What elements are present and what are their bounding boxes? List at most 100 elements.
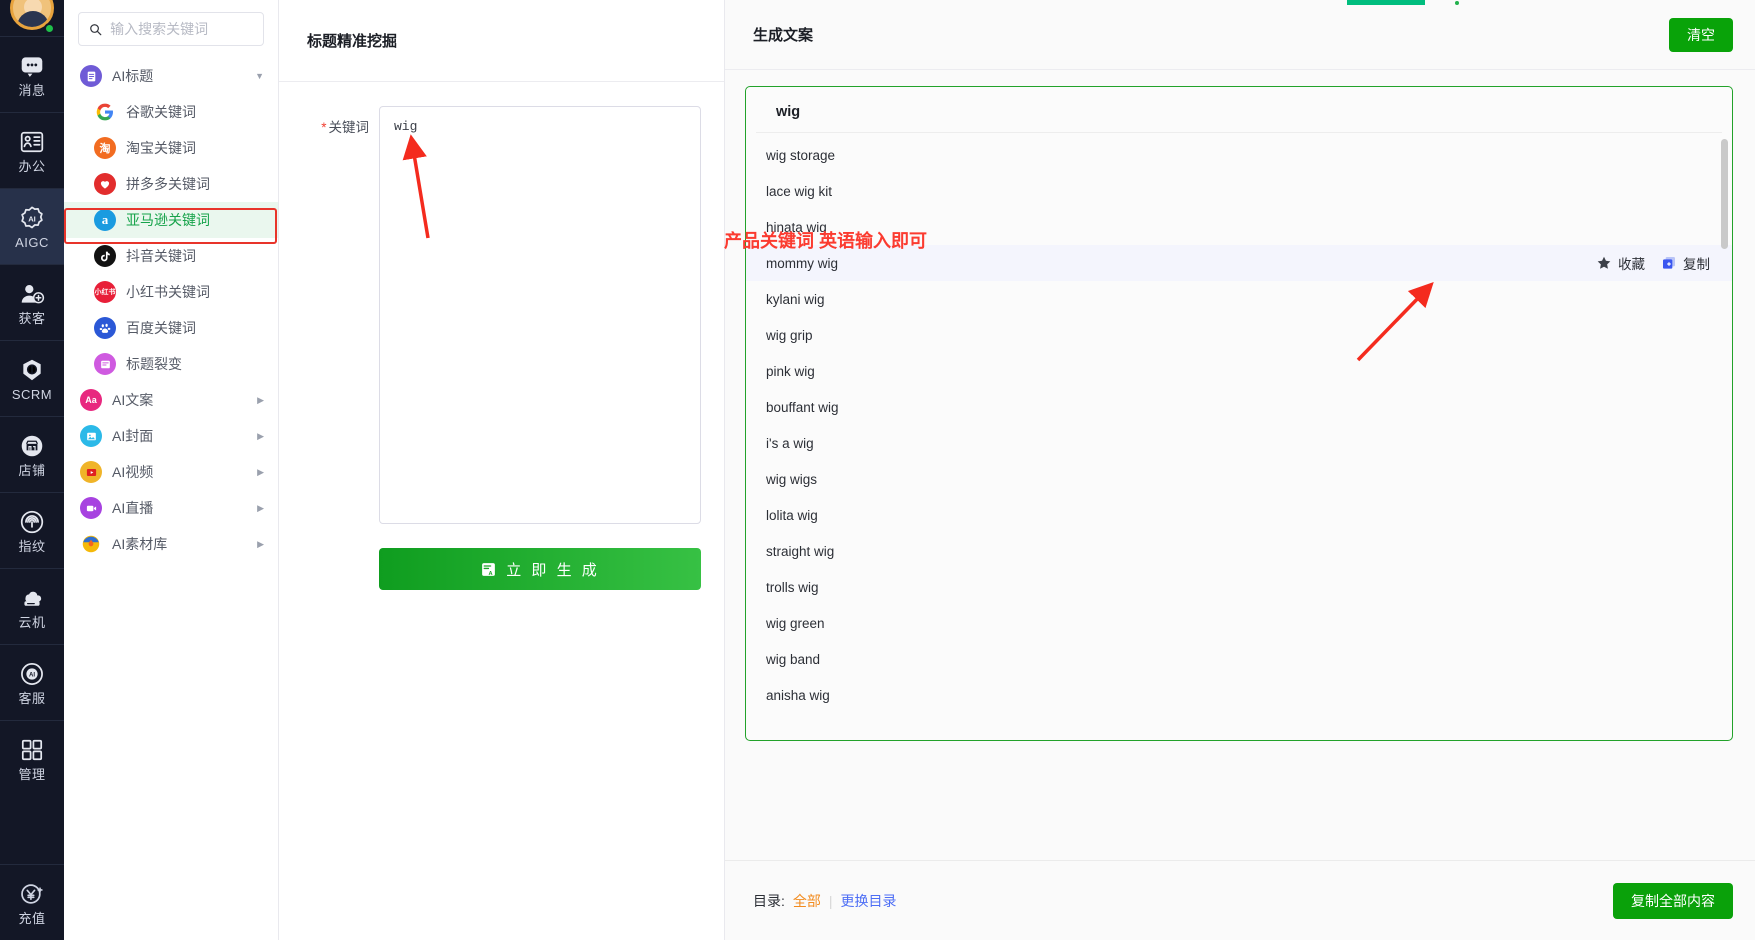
catalog-label: 目录:: [753, 892, 785, 909]
result-row[interactable]: bouffant wig收藏复制: [746, 389, 1732, 425]
rail-item-label: 指纹: [18, 538, 46, 554]
search-area: [64, 0, 278, 54]
nav-list: AI标题 ▼ 谷歌关键词淘淘宝关键词 拼多多关键词 a 亚马逊关键词 抖音关键词 小红书 小红书…: [64, 54, 278, 940]
nav-group-3[interactable]: AI视频 ▶: [64, 454, 278, 490]
copy-action[interactable]: 复制: [1661, 253, 1710, 273]
result-list-scrollbar[interactable]: [1721, 139, 1728, 249]
amazon-icon: a: [94, 209, 116, 231]
generate-button[interactable]: AI 立 即 生 成: [379, 548, 701, 590]
rail-item-acquire-customer[interactable]: 获客: [0, 264, 64, 340]
result-row[interactable]: i's a wig收藏复制: [746, 425, 1732, 461]
result-row[interactable]: wig green收藏复制: [746, 605, 1732, 641]
result-text: i's a wig: [766, 435, 814, 451]
rail-item-customer-service[interactable]: AI 客服: [0, 644, 64, 720]
chevron-right-icon[interactable]: ▶: [257, 431, 264, 442]
fingerprint-icon: [20, 510, 44, 533]
nav-item-label: 小红书关键词: [126, 284, 210, 300]
rail-item-aigc[interactable]: AI AIGC: [0, 188, 64, 264]
nav-item-title-split[interactable]: 标题裂变: [64, 346, 278, 382]
nav-item-pinduoduo[interactable]: 拼多多关键词: [64, 166, 278, 202]
chevron-right-icon[interactable]: ▶: [257, 539, 264, 550]
nav-item-xiaohongshu[interactable]: 小红书 小红书关键词: [64, 274, 278, 310]
rail-item-scrm[interactable]: SCRM: [0, 340, 64, 416]
search-input[interactable]: [110, 21, 253, 37]
rail-item-cloud-machine[interactable]: 云机: [0, 568, 64, 644]
result-row[interactable]: anisha wig收藏复制: [746, 677, 1732, 713]
result-text: wig wigs: [766, 471, 818, 487]
nav-item-taobao[interactable]: 淘淘宝关键词: [64, 130, 278, 166]
result-text: kylani wig: [766, 291, 825, 307]
rail-item-label: 获客: [18, 310, 46, 326]
center-body: *关键词 wig AI 立 即 生 成 产品关键词 英语输入即可: [279, 82, 927, 590]
avatar[interactable]: [0, 0, 64, 36]
result-text: lace wig kit: [766, 183, 833, 199]
result-row[interactable]: lace wig kit收藏复制: [746, 173, 1732, 209]
keyword-form-row: * 关键词 wig: [279, 106, 724, 524]
nav-item-label: 拼多多关键词: [126, 176, 210, 192]
clear-button[interactable]: 清空: [1669, 17, 1733, 52]
google-icon: [94, 101, 116, 123]
result-row[interactable]: lolita wig收藏复制: [746, 497, 1732, 533]
svg-text:AI: AI: [489, 571, 498, 577]
result-text: pink wig: [766, 363, 815, 379]
rail-item-label: 云机: [18, 614, 46, 630]
right-panel-title: 生成文案: [753, 27, 814, 44]
chevron-right-icon[interactable]: ▶: [257, 467, 264, 478]
ai-video-icon: [80, 461, 102, 483]
result-row[interactable]: wig storage收藏复制: [746, 137, 1732, 173]
catalog-change-link[interactable]: 更换目录: [841, 891, 897, 911]
copy-label: 复制: [1683, 257, 1710, 272]
result-row[interactable]: wig band收藏复制: [746, 641, 1732, 677]
nav-item-baidu[interactable]: 百度关键词: [64, 310, 278, 346]
result-text: lolita wig: [766, 507, 818, 523]
secondary-nav: AI标题 ▼ 谷歌关键词淘淘宝关键词拼多多关键词 a 亚马逊关键词抖音关键词小红书小红书…: [64, 0, 279, 940]
page-title: 标题精准挖掘: [307, 33, 398, 50]
rail-item-office[interactable]: 办公: [0, 112, 64, 188]
rail-item-label: 店铺: [18, 462, 46, 478]
result-area: wig wig storage收藏复制lace wig kit收藏复制hinat…: [725, 70, 1755, 860]
douyin-icon: [94, 245, 116, 267]
nav-group-2[interactable]: AI封面 ▶: [64, 418, 278, 454]
rail-item-message[interactable]: 消息: [0, 36, 64, 112]
copy-all-button[interactable]: 复制全部内容: [1613, 882, 1733, 919]
favorite-action[interactable]: 收藏: [1596, 253, 1645, 273]
result-row[interactable]: wig grip收藏复制: [746, 317, 1732, 353]
catalog-all-link[interactable]: 全部: [793, 891, 821, 911]
nav-item-google[interactable]: 谷歌关键词: [64, 94, 278, 130]
chevron-right-icon[interactable]: ▶: [257, 395, 264, 406]
result-text: straight wig: [766, 543, 835, 559]
rail-item-label: 充值: [18, 910, 46, 926]
nav-group-1[interactable]: Aa AI文案 ▶: [64, 382, 278, 418]
result-row[interactable]: trolls wig收藏复制: [746, 569, 1732, 605]
keyword-textarea[interactable]: wig: [379, 106, 701, 524]
result-text: wig green: [766, 615, 825, 631]
annotation-text: 产品关键词 英语输入即可: [724, 231, 927, 251]
xiaohongshu-icon: 小红书: [94, 281, 116, 303]
rail-item-shop[interactable]: 店铺: [0, 416, 64, 492]
chevron-down-icon[interactable]: ▼: [255, 71, 264, 81]
ai-cover-icon: [80, 425, 102, 447]
rail-item-fingerprint[interactable]: 指纹: [0, 492, 64, 568]
result-text: bouffant wig: [766, 399, 839, 415]
scrm-icon: [23, 359, 41, 380]
pinduoduo-icon: [94, 173, 116, 195]
nav-group-0[interactable]: AI标题 ▼: [64, 58, 278, 94]
center-header: 标题精准挖掘: [279, 0, 724, 82]
nav-item-douyin[interactable]: 抖音关键词: [64, 238, 278, 274]
rail-item-recharge[interactable]: 充值: [0, 864, 64, 940]
result-card: wig wig storage收藏复制lace wig kit收藏复制hinat…: [745, 86, 1733, 741]
result-row[interactable]: wig wigs收藏复制: [746, 461, 1732, 497]
nav-item-amazon[interactable]: a 亚马逊关键词: [64, 202, 278, 238]
search-box[interactable]: [78, 12, 264, 46]
result-row[interactable]: straight wig收藏复制: [746, 533, 1732, 569]
customer-service-icon: AI: [21, 662, 43, 685]
result-list: wig storage收藏复制lace wig kit收藏复制hinata wi…: [746, 133, 1732, 740]
rail-item-management[interactable]: 管理: [0, 720, 64, 796]
nav-group-4[interactable]: AI直播 ▶: [64, 490, 278, 526]
result-row[interactable]: pink wig收藏复制: [746, 353, 1732, 389]
result-row[interactable]: kylani wig收藏复制: [746, 281, 1732, 317]
chevron-right-icon[interactable]: ▶: [257, 503, 264, 514]
right-footer: 目录: 全部 | 更换目录 复制全部内容: [725, 860, 1755, 940]
nav-group-5[interactable]: AI素材库 ▶: [64, 526, 278, 562]
nav-item-label: 百度关键词: [126, 320, 196, 336]
